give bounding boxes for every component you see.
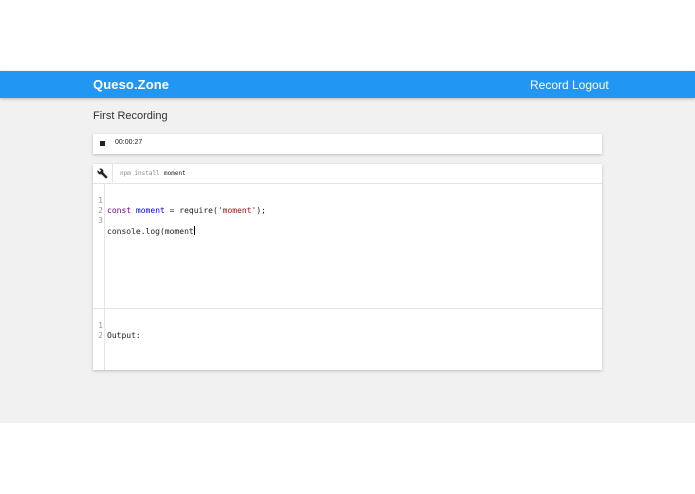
- code-content: console.log(moment: [107, 227, 194, 236]
- page-title: First Recording: [93, 110, 168, 122]
- output-line: 1 Output:: [93, 311, 602, 340]
- output-panel: 1 Output: 2: [93, 309, 602, 370]
- text-cursor: [193, 226, 195, 235]
- editor-toolbar: npm install: [93, 164, 602, 184]
- settings-button[interactable]: [93, 164, 113, 183]
- top-navbar: Queso.Zone Record Logout: [0, 71, 695, 98]
- nav-record-link[interactable]: Record: [530, 78, 569, 92]
- brand-logo[interactable]: Queso.Zone: [93, 77, 169, 92]
- npm-package-input[interactable]: [164, 168, 284, 178]
- code-text: console.log(moment: [107, 226, 195, 237]
- line-number: 2: [98, 331, 103, 340]
- code-line: 3 console.log(moment: [93, 206, 602, 236]
- elapsed-time: 00:00:27: [115, 139, 143, 146]
- code-line: 1 const moment = require('moment');: [93, 186, 602, 215]
- wrench-icon: [97, 168, 108, 179]
- line-number: 3: [98, 216, 103, 225]
- code-line: 2: [93, 196, 602, 215]
- code-editor[interactable]: 1 const moment = require('moment'); 2 3 …: [93, 184, 602, 309]
- npm-install-label: npm install: [120, 170, 160, 177]
- nav-logout-link[interactable]: Logout: [572, 78, 609, 92]
- code-editor-card: npm install 1 const moment = require('mo…: [93, 164, 602, 370]
- recording-bar: 00:00:27: [93, 134, 602, 154]
- output-line: 2: [93, 321, 602, 340]
- stop-icon[interactable]: [100, 141, 105, 146]
